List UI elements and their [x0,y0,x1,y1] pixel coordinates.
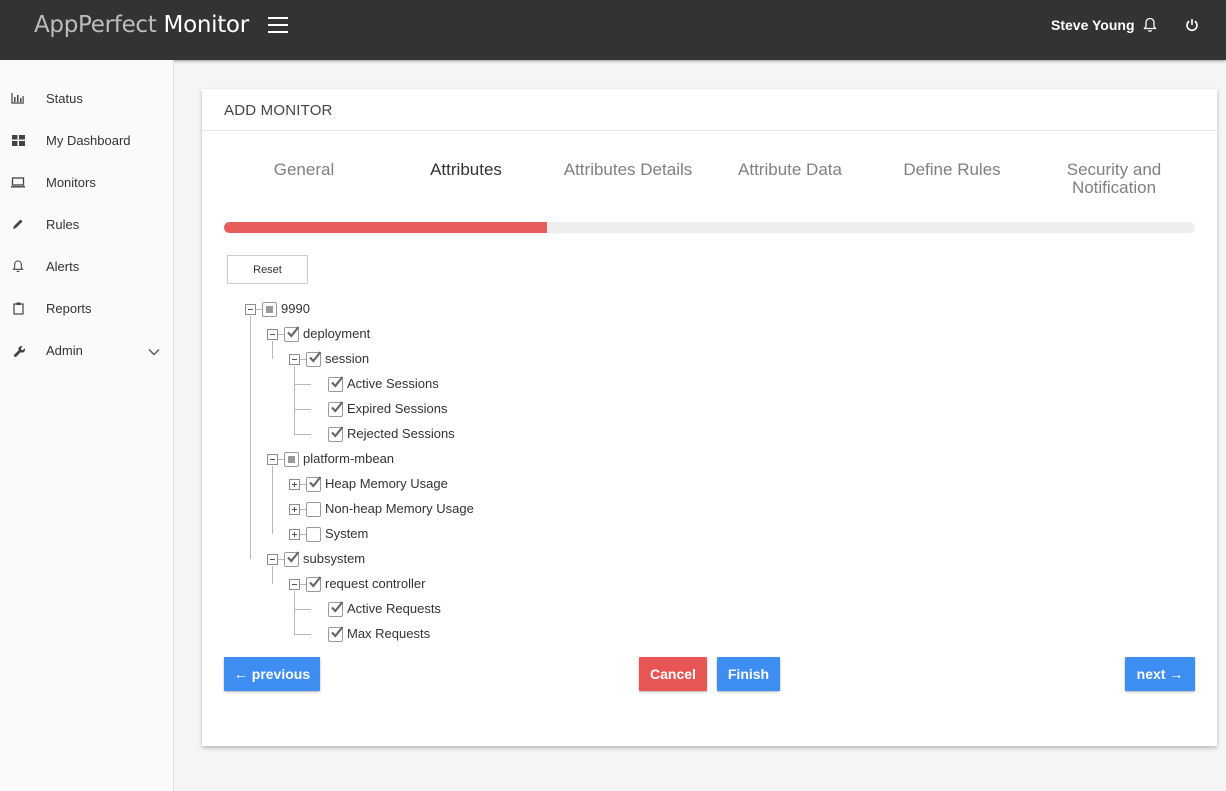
tree-connector-line [294,609,311,610]
tree-checkbox[interactable] [328,426,344,442]
tree-checkbox[interactable] [306,351,322,367]
tree-connector-line [272,341,273,359]
tree-checkbox[interactable] [262,302,277,317]
tree-connector-line [250,316,251,559]
tree-checkbox[interactable] [306,476,322,492]
tree-node-label: deployment [303,326,371,341]
sidebar-item-monitors[interactable]: Monitors [0,164,173,200]
chevron-down-icon[interactable] [148,343,162,357]
tree-connector-line [294,634,311,635]
sidebar-item-label: Rules [46,216,80,232]
menu-icon[interactable] [268,17,288,33]
next-button[interactable]: next → [1125,657,1195,691]
tree-node-label: Expired Sessions [347,401,448,416]
tree-expander-minus-icon[interactable] [245,304,256,315]
tree-node-label: 9990 [281,301,310,316]
tree-checkbox[interactable] [328,376,344,392]
tree-expander-plus-icon[interactable] [289,504,300,515]
tree-checkbox[interactable] [306,502,321,517]
tree-connector-line [272,466,273,534]
tree-connector-line [294,434,311,435]
sidebar-item-label: My Dashboard [46,132,131,148]
sidebar-item-label: Alerts [46,258,80,274]
tree-checkbox[interactable] [328,401,344,417]
pencil-icon [11,217,25,231]
finish-button[interactable]: Finish [717,657,780,691]
tree-node-label: subsystem [303,551,366,566]
tree-node-label: Max Requests [347,626,431,641]
tree-checkbox[interactable] [284,551,300,567]
previous-button[interactable]: ← previous [224,657,320,691]
sidebar-item-reports[interactable]: Reports [0,290,173,326]
tree-connector-line [294,366,295,434]
tree-checkbox[interactable] [306,576,322,592]
bar-chart-icon [11,91,25,105]
tree-checkbox[interactable] [328,601,344,617]
bell-icon [11,259,25,273]
tree-connector-line [294,409,311,410]
dashboard-grid-icon [11,133,25,147]
tree-node-label: Rejected Sessions [347,426,455,441]
top-bar: AppPerfect Monitor Steve Young [0,0,1226,60]
tree-node-label: Heap Memory Usage [325,476,448,491]
app-logo[interactable]: AppPerfect Monitor [34,12,249,38]
sidebar-item-label: Admin [46,342,83,358]
tree-node-label: session [325,351,370,366]
bell-icon[interactable] [1143,17,1159,33]
tree-checkbox[interactable] [328,626,344,642]
wrench-icon [11,343,25,357]
sidebar: Status My Dashboard Monitors Rules Alert… [0,60,174,791]
add-monitor-card: ADD MONITOR General Attributes Attribute… [202,89,1217,746]
tree-node-label: Non-heap Memory Usage [325,501,474,516]
tree-checkbox[interactable] [284,452,299,467]
user-name[interactable]: Steve Young [1051,17,1135,33]
tree-connector-line [272,566,273,584]
tree-expander-minus-icon[interactable] [267,454,278,465]
clipboard-icon [11,301,25,315]
tree-expander-minus-icon[interactable] [267,329,278,340]
tree-node-label: Active Sessions [347,376,439,391]
brand-name-light: AppPerfect [34,12,157,38]
tree-node-label: System [325,526,369,541]
tree-checkbox[interactable] [284,326,300,342]
tree-checkbox[interactable] [306,527,321,542]
tree-node-label: Active Requests [347,601,441,616]
tree-expander-minus-icon[interactable] [289,579,300,590]
sidebar-item-rules[interactable]: Rules [0,206,173,242]
brand-name-strong: Monitor [163,12,250,38]
tree-node-label: request controller [325,576,426,591]
tree-expander-minus-icon[interactable] [289,354,300,365]
tree-connector-line [294,591,295,634]
tree-expander-plus-icon[interactable] [289,479,300,490]
tree-connector-line [294,384,311,385]
tree-expander-plus-icon[interactable] [289,529,300,540]
sidebar-item-status[interactable]: Status [0,80,173,116]
sidebar-item-admin[interactable]: Admin [0,332,173,368]
sidebar-item-label: Reports [46,300,92,316]
sidebar-item-alerts[interactable]: Alerts [0,248,173,284]
sidebar-item-my-dashboard[interactable]: My Dashboard [0,122,173,158]
cancel-button[interactable]: Cancel [639,657,707,691]
sidebar-item-label: Status [46,90,83,106]
monitor-icon [11,175,25,189]
power-icon[interactable] [1185,17,1201,33]
sidebar-item-label: Monitors [46,174,96,190]
tree-node-label: platform-mbean [303,451,395,466]
attribute-tree: 9990 deployment session Active Sessions Expi… [202,89,1217,746]
tree-expander-minus-icon[interactable] [267,554,278,565]
